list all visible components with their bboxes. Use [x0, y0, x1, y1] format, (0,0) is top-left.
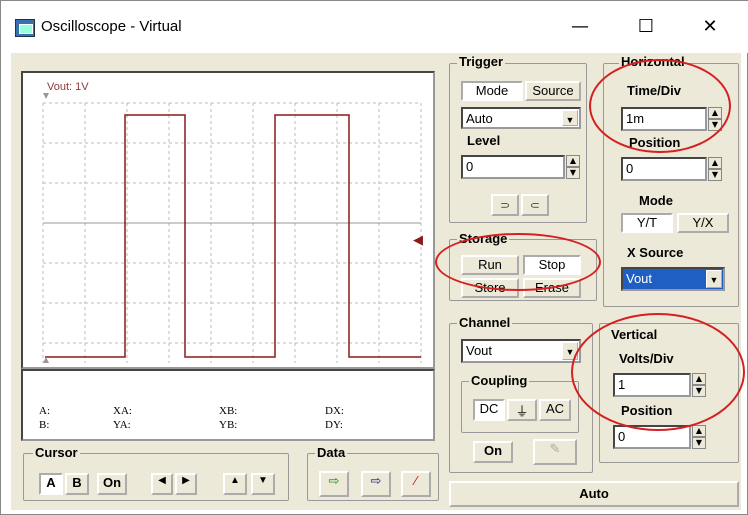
coupling-gnd-button[interactable]: ⏚ [507, 399, 537, 421]
annotation-circle-vertical [571, 313, 745, 431]
vpos-up-icon[interactable]: ▲ [692, 425, 706, 437]
trigger-level-input[interactable]: 0 [461, 155, 565, 179]
trigger-level-label: Level [467, 133, 501, 148]
mode-yt-button[interactable]: Y/T [621, 213, 673, 233]
channel-scale-label: Vout: 1V [47, 81, 89, 93]
vpos-down-icon[interactable]: ▼ [692, 437, 706, 449]
readout-xb: XB: [219, 405, 238, 417]
readout-dx: DX: [325, 405, 344, 417]
oscilloscope-window: Oscilloscope - Virtual — ☐ ✕ Vout: 1V ◀ … [0, 0, 748, 515]
hpos-up-icon[interactable]: ▲ [708, 157, 722, 169]
level-up-icon[interactable]: ▲ [566, 155, 580, 167]
trigger-source-button[interactable]: Source [525, 81, 581, 101]
close-button[interactable]: ✕ [687, 9, 733, 45]
mode-yx-button[interactable]: Y/X [677, 213, 729, 233]
cursor-b-button[interactable]: B [65, 473, 89, 495]
cursor-up-icon[interactable]: ▲ [223, 473, 247, 495]
trigger-mode-select[interactable]: Auto ▼ [461, 107, 581, 129]
readout-b: B: [39, 419, 50, 431]
data-export-icon[interactable]: ⇨ [319, 471, 349, 497]
annotation-circle-horizontal [589, 59, 731, 153]
cursor-readout: A: B: XA: YA: XB: YB: DX: DY: [21, 369, 435, 441]
cursor-down-icon[interactable]: ▼ [251, 473, 275, 495]
coupling-title: Coupling [469, 373, 530, 388]
app-icon [15, 19, 35, 37]
window-title: Oscilloscope - Virtual [41, 18, 182, 35]
trigger-mode-button[interactable]: Mode [461, 81, 523, 101]
cursor-title: Cursor [33, 445, 80, 460]
hpos-down-icon[interactable]: ▼ [708, 169, 722, 181]
readout-xa: XA: [113, 405, 132, 417]
data-graph-icon[interactable]: ⁄ [401, 471, 431, 497]
channel-select[interactable]: Vout ▼ [461, 339, 581, 363]
xsource-select[interactable]: Vout ▼ [621, 267, 725, 291]
cursor-right-icon[interactable]: ▶ [175, 473, 197, 495]
annotation-circle-storage [435, 233, 601, 291]
channel-title: Channel [457, 315, 513, 330]
coupling-ac-button[interactable]: AC [539, 399, 571, 421]
data-import-icon[interactable]: ⇨ [361, 471, 391, 497]
scope-trace [45, 114, 421, 358]
readout-a: A: [39, 405, 50, 417]
readout-yb: YB: [219, 419, 238, 431]
horizontal-position-input[interactable]: 0 [621, 157, 707, 181]
scope-display [21, 71, 435, 369]
chevron-down-icon: ▼ [706, 270, 722, 288]
coupling-dc-button[interactable]: DC [473, 399, 505, 421]
readout-dy: DY: [325, 419, 343, 431]
readout-ya: YA: [113, 419, 131, 431]
trigger-rising-edge-button[interactable]: ⸦ [521, 194, 549, 216]
horizontal-mode-label: Mode [639, 193, 673, 208]
cursor-on-button[interactable]: On [97, 473, 127, 495]
title-bar: Oscilloscope - Virtual — ☐ ✕ [1, 1, 748, 53]
probe-icon[interactable]: ✎ [533, 439, 577, 465]
xsource-label: X Source [627, 245, 684, 260]
channel-on-button[interactable]: On [473, 441, 513, 463]
trigger-falling-edge-button[interactable]: ⸧ [491, 194, 519, 216]
auto-button[interactable]: Auto [449, 481, 739, 507]
level-down-icon[interactable]: ▼ [566, 167, 580, 179]
trigger-title: Trigger [457, 54, 506, 69]
minimize-button[interactable]: — [557, 9, 603, 45]
maximize-button[interactable]: ☐ [623, 9, 669, 45]
scope-graticule [42, 93, 422, 363]
cursor-a-button[interactable]: A [39, 473, 63, 495]
cursor-left-icon[interactable]: ◀ [151, 473, 173, 495]
chevron-down-icon: ▼ [562, 110, 578, 126]
data-title: Data [315, 445, 348, 460]
ground-marker-icon: ◀ [413, 233, 423, 248]
